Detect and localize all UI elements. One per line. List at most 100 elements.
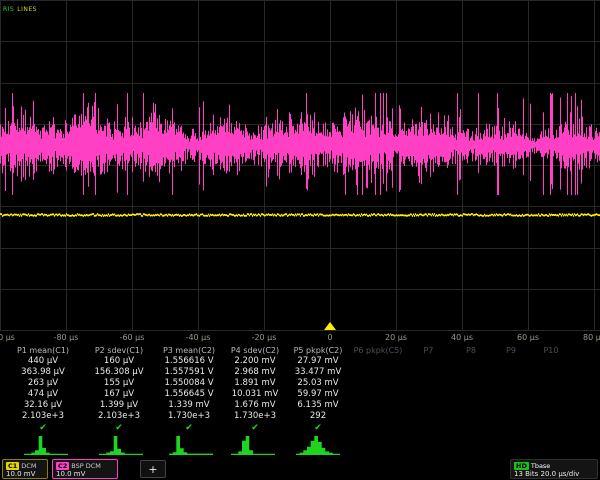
c2-tags: BSP DCM xyxy=(71,462,101,470)
meas-cell: 292 xyxy=(286,411,350,422)
meas-body: 440 µV160 µV1.556616 V2.200 mV27.97 mV36… xyxy=(0,356,600,422)
timebase-descriptor[interactable]: HD Tbase 13 Bits 20.0 µs/div xyxy=(510,459,598,479)
channel-descriptor-c2[interactable]: C2 BSP DCM 10.0 mV xyxy=(52,459,118,479)
add-trace-button[interactable]: + xyxy=(140,460,166,478)
c1-scale: 10.0 mV xyxy=(6,470,44,479)
time-label: 80 µs xyxy=(583,333,600,342)
histicon-shape xyxy=(231,436,275,455)
meas-cell: 1.556616 V xyxy=(154,356,224,367)
meas-cell xyxy=(406,367,451,378)
meas-cell xyxy=(406,411,451,422)
c1-badge: C1 xyxy=(6,462,19,470)
meas-cell: 2.103e+3 xyxy=(84,411,154,422)
meas-cell: 474 µV xyxy=(2,389,84,400)
meas-cell: 1.399 µV xyxy=(84,400,154,411)
time-axis: -100 µs-80 µs-60 µs-40 µs-20 µs020 µs40 … xyxy=(0,330,600,345)
meas-header-p10[interactable]: P10 xyxy=(531,345,571,356)
histicon-p5[interactable] xyxy=(296,435,340,455)
tbase-scale: 20.0 µs/div xyxy=(541,470,580,478)
meas-row: 474 µV167 µV1.556645 V10.031 mV59.97 mV xyxy=(0,389,600,400)
histicon-p4[interactable] xyxy=(231,435,275,455)
channel-descriptor-c1[interactable]: C1 DCM 10.0 mV xyxy=(2,459,48,479)
trace-c2 xyxy=(1,93,600,195)
meas-cell xyxy=(531,356,571,367)
meas-cell xyxy=(451,378,491,389)
meas-header-p2[interactable]: P2 sdev(C1) xyxy=(84,345,154,356)
waveform-display xyxy=(0,0,600,331)
meas-cell xyxy=(451,389,491,400)
time-label: 40 µs xyxy=(451,333,473,342)
meas-cell: 32.16 µV xyxy=(2,400,84,411)
histicon-shape xyxy=(99,436,143,455)
meas-cell xyxy=(531,411,571,422)
top-status-right: LINES xyxy=(17,6,37,13)
time-label: -80 µs xyxy=(54,333,79,342)
meas-cell xyxy=(350,389,406,400)
meas-cell xyxy=(406,400,451,411)
meas-cell xyxy=(531,389,571,400)
meas-cell xyxy=(451,356,491,367)
meas-cell: 33.477 mV xyxy=(286,367,350,378)
meas-row: 440 µV160 µV1.556616 V2.200 mV27.97 mV xyxy=(0,356,600,367)
meas-header-p7[interactable]: P7 xyxy=(406,345,451,356)
meas-cell xyxy=(406,378,451,389)
meas-cell: 263 µV xyxy=(2,378,84,389)
time-label: -100 µs xyxy=(0,333,15,342)
meas-cell xyxy=(491,400,531,411)
meas-cell: 155 µV xyxy=(84,378,154,389)
histicon-shape xyxy=(24,436,68,455)
meas-cell: 156.308 µV xyxy=(84,367,154,378)
tbase-label: Tbase xyxy=(531,462,550,470)
meas-cell xyxy=(350,378,406,389)
c2-scale: 10.0 mV xyxy=(56,470,114,479)
meas-header-p4[interactable]: P4 sdev(C2) xyxy=(224,345,286,356)
time-label: -40 µs xyxy=(186,333,211,342)
histicon-p2[interactable] xyxy=(99,435,143,455)
histicon-shape xyxy=(169,436,213,455)
meas-cell: 363.98 µV xyxy=(2,367,84,378)
histicons xyxy=(0,433,600,456)
meas-cell xyxy=(451,367,491,378)
meas-header-p9[interactable]: P9 xyxy=(491,345,531,356)
oscilloscope-screen: RISLINES -100 µs-80 µs-60 µs-40 µs-20 µs… xyxy=(0,0,600,480)
meas-cell: 10.031 mV xyxy=(224,389,286,400)
meas-cell: 6.135 mV xyxy=(286,400,350,411)
histicon-p3[interactable] xyxy=(169,435,213,455)
meas-cell: 2.968 mV xyxy=(224,367,286,378)
histicon-shape xyxy=(296,436,340,455)
meas-cell xyxy=(406,389,451,400)
meas-cell: 160 µV xyxy=(84,356,154,367)
top-status-left: RIS xyxy=(3,6,14,13)
c2-badge: C2 xyxy=(56,462,69,470)
measurement-table: P1 mean(C1)P2 sdev(C1)P3 mean(C2)P4 sdev… xyxy=(0,345,600,434)
meas-cell xyxy=(451,400,491,411)
meas-header-p3[interactable]: P3 mean(C2) xyxy=(154,345,224,356)
meas-header-p8[interactable]: P8 xyxy=(451,345,491,356)
meas-cell: 1.339 mV xyxy=(154,400,224,411)
meas-header-p6[interactable]: P6 pkpk(C5) xyxy=(350,345,406,356)
meas-header-p1[interactable]: P1 mean(C1) xyxy=(2,345,84,356)
time-label: 20 µs xyxy=(385,333,407,342)
meas-cell xyxy=(451,411,491,422)
meas-header-p5[interactable]: P5 pkpk(C2) xyxy=(286,345,350,356)
histicon-p1[interactable] xyxy=(24,435,68,455)
trigger-marker[interactable] xyxy=(324,322,336,330)
meas-row: 263 µV155 µV1.550084 V1.891 mV25.03 mV xyxy=(0,378,600,389)
meas-cell xyxy=(350,367,406,378)
meas-cell: 25.03 mV xyxy=(286,378,350,389)
top-status: RISLINES xyxy=(3,6,37,13)
meas-cell xyxy=(491,367,531,378)
meas-cell xyxy=(491,378,531,389)
meas-cell xyxy=(491,411,531,422)
meas-cell: 27.97 mV xyxy=(286,356,350,367)
meas-cell: 1.730e+3 xyxy=(224,411,286,422)
time-label: 60 µs xyxy=(517,333,539,342)
meas-cell: 1.550084 V xyxy=(154,378,224,389)
meas-header-row: P1 mean(C1)P2 sdev(C1)P3 mean(C2)P4 sdev… xyxy=(0,345,600,356)
meas-cell xyxy=(350,400,406,411)
trace-c1 xyxy=(1,213,600,217)
meas-cell xyxy=(491,356,531,367)
meas-cell xyxy=(531,378,571,389)
meas-row: 2.103e+32.103e+31.730e+31.730e+3292 xyxy=(0,411,600,422)
meas-cell: 167 µV xyxy=(84,389,154,400)
